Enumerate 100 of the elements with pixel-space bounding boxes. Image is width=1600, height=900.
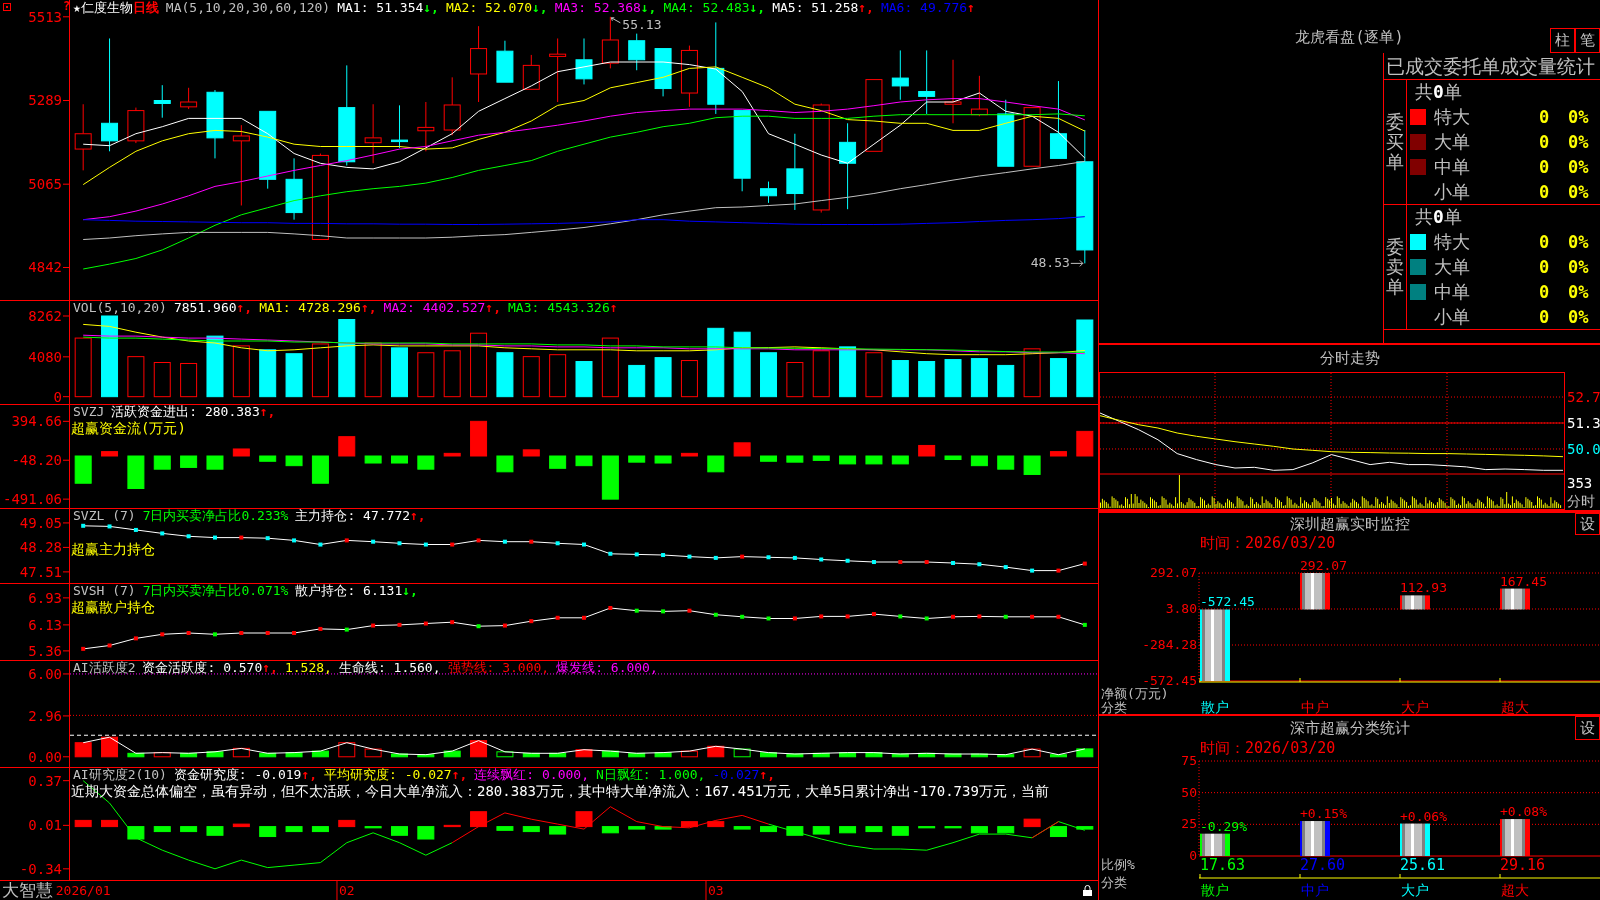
chart-bar (232, 448, 250, 457)
order-size-label: 中单 (1434, 279, 1471, 304)
axis-tick-label: 3.80 (1165, 601, 1197, 616)
chart-bar (1049, 826, 1067, 838)
legend-text: 生命线: 1.560, (338, 660, 441, 675)
time-label: 时间：2026/03/20 (1200, 739, 1336, 757)
point-marker (555, 615, 560, 620)
point-marker (871, 560, 876, 565)
chart-bar (944, 455, 962, 460)
chart-bar (1500, 588, 1530, 610)
chart-bar (733, 442, 751, 457)
axis-tick-label: 51.3 (1567, 415, 1600, 431)
chart-bar (680, 452, 698, 457)
axis-tick-label: 0.01 (28, 817, 62, 834)
chart-bar (812, 455, 830, 461)
side-label: 委卖单 (1386, 237, 1404, 297)
axis-tick-label: -48.20 (11, 452, 62, 469)
candlestick (549, 38, 567, 103)
legend-text: 强势线: 3.000, (447, 660, 550, 675)
settings-button[interactable]: 设 (1575, 513, 1600, 535)
point-marker (423, 542, 428, 547)
point-marker (133, 636, 138, 641)
trend-arrow: ↑, (410, 508, 426, 523)
help-mark[interactable]: ? (63, 0, 71, 12)
chart-bar (601, 750, 619, 758)
chart-bar (470, 420, 488, 457)
chart-bar (680, 821, 698, 828)
point-marker (81, 646, 86, 651)
change-label: +0.06% (1400, 808, 1447, 824)
candlestick (285, 157, 303, 221)
chart-bar (997, 754, 1015, 758)
axis-tick-label: 48.28 (19, 539, 62, 556)
point-marker (1082, 622, 1087, 627)
chart-bar (496, 352, 514, 398)
category-label: 大户 (1401, 882, 1429, 898)
point-marker (661, 609, 666, 614)
category-label: 超大 (1501, 882, 1529, 898)
candlestick (417, 101, 435, 152)
lock-icon[interactable] (1083, 885, 1092, 896)
chart-bar (364, 342, 382, 398)
point-marker (687, 554, 692, 559)
chart-bar (259, 455, 277, 462)
axis-tick-label: 50.0 (1567, 441, 1600, 457)
chart-bar (232, 345, 250, 398)
point-marker (160, 632, 165, 637)
view-toggle-button[interactable]: 柱 (1550, 28, 1575, 53)
change-label: +0.08% (1500, 804, 1547, 820)
chart-bar (786, 826, 804, 836)
axis-tick-label: 394.66 (11, 413, 62, 430)
point-marker (502, 539, 507, 544)
point-marker (1082, 561, 1087, 566)
axis-tick-label: 8262 (28, 308, 62, 324)
square-icon[interactable] (3, 3, 11, 11)
chart-bar (391, 455, 408, 464)
view-toggle-button[interactable]: 笔 (1575, 28, 1600, 53)
point-marker (107, 524, 112, 529)
chart-bar (496, 751, 514, 758)
order-share: 0% (1568, 181, 1590, 202)
axis-tick-label: 353 (1567, 475, 1593, 491)
chart-bar (839, 826, 857, 834)
chart-bar (259, 826, 277, 838)
chart-bar (628, 364, 646, 398)
axis-tick-label: 6.13 (28, 616, 62, 633)
point-marker (502, 623, 507, 628)
point-marker (977, 562, 982, 567)
candlestick (680, 45, 698, 108)
point-marker (555, 541, 560, 546)
point-marker (212, 632, 217, 637)
side-label: 委买单 (1386, 112, 1404, 172)
axis-tick-label: 0 (53, 388, 62, 404)
chart-bar (417, 352, 435, 398)
data-label: 292.07 (1300, 558, 1347, 573)
date-label: 02 (338, 883, 355, 898)
chart-bar (470, 332, 488, 398)
point-marker (819, 614, 824, 619)
legend-text: 7日内买卖净占比0.233% (142, 508, 289, 523)
legend-text: VOL(5,10,20) (73, 300, 167, 315)
point-marker (740, 614, 745, 619)
settings-button[interactable]: 设 (1575, 716, 1600, 740)
axis-title: 分类 (1101, 700, 1127, 715)
point-marker (186, 631, 191, 635)
chart-bar (549, 354, 567, 398)
chart-bar (1049, 451, 1067, 457)
chart-bar (1076, 826, 1094, 830)
legend-text: 平均研究度: -0.027 (324, 767, 452, 782)
chart-bar (733, 331, 751, 398)
point-marker (634, 608, 639, 613)
chart-bar (285, 353, 303, 398)
chart-bar (180, 455, 198, 468)
app-name: 大智慧 (2, 881, 53, 900)
point-marker (713, 612, 718, 617)
chart-bar (707, 745, 725, 758)
chart-bar (1076, 430, 1094, 457)
data-label: 167.45 (1500, 573, 1547, 589)
legend-text: AI活跃度2 (73, 660, 136, 675)
chart-bar (443, 750, 461, 758)
chart-bar (707, 455, 725, 473)
indicator-caption: 超赢资金流(万元) (71, 420, 186, 436)
chart-bar (1049, 358, 1067, 398)
point-marker (634, 552, 639, 557)
